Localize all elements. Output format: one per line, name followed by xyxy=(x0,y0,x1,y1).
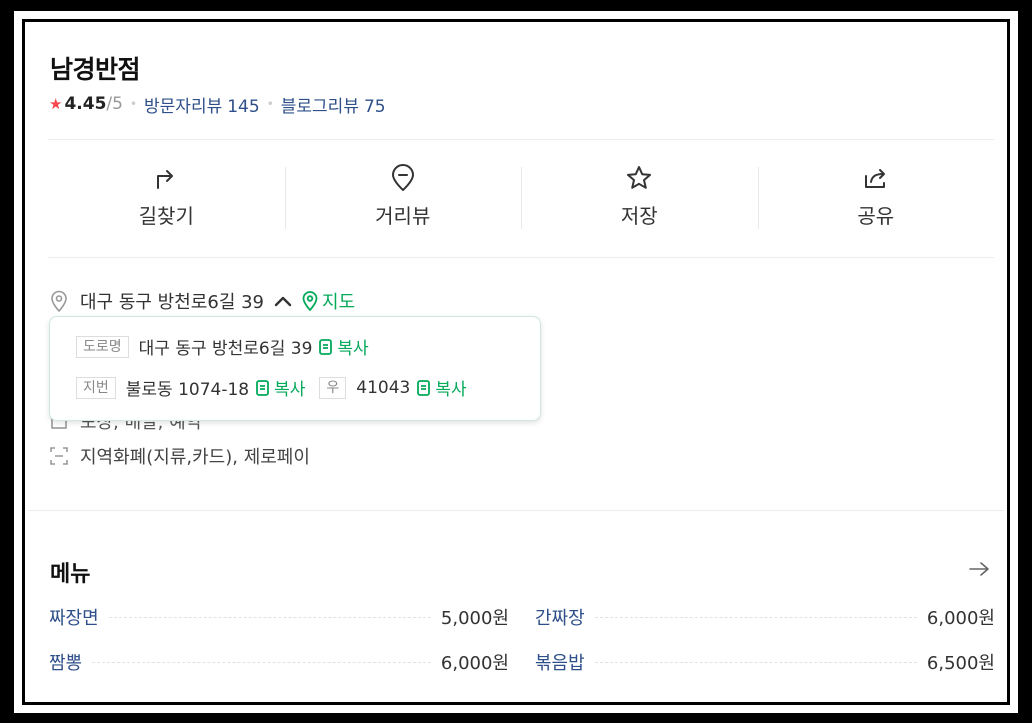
map-pin-icon xyxy=(302,291,318,311)
address-detail-popup: 도로명 대구 동구 방천로6길 39 복사 지번 불로동 1074-18 복사 … xyxy=(49,316,541,421)
menu-section-title: 메뉴 xyxy=(50,562,91,587)
menu-item-name: 볶음밥 xyxy=(535,653,585,674)
menu-item[interactable]: 짜장면 5,000원 xyxy=(49,604,509,630)
payment-text: 지역화폐(지류,카드), 제로페이 xyxy=(80,447,310,468)
share-label: 공유 xyxy=(857,204,895,228)
road-address-row: 도로명 대구 동구 방천로6길 39 복사 xyxy=(76,334,369,359)
lot-address-tag: 지번 xyxy=(76,376,116,399)
copy-road-address-button[interactable]: 복사 xyxy=(318,334,369,359)
address-row: 대구 동구 방천로6길 39 지도 xyxy=(50,288,355,314)
place-panel: 남경반점 ★ 4.45 /5 • 방문자리뷰 145 • 블로그리뷰 75 길찾기 … xyxy=(28,24,1004,694)
share-button[interactable]: 공유 xyxy=(757,164,995,234)
copy-zip-code-button[interactable]: 복사 xyxy=(416,375,467,400)
map-link-label: 지도 xyxy=(322,292,356,313)
street-view-label: 거리뷰 xyxy=(375,204,431,228)
location-pin-icon xyxy=(51,290,67,312)
divider xyxy=(48,257,994,258)
arrow-right-icon[interactable] xyxy=(968,561,990,577)
section-divider xyxy=(28,510,1004,511)
zip-code-text: 41043 xyxy=(356,377,411,398)
visitor-review-label: 방문자리뷰 xyxy=(144,96,223,117)
copy-icon xyxy=(319,338,333,355)
divider xyxy=(48,139,994,140)
chevron-up-icon[interactable] xyxy=(274,295,292,307)
menu-item[interactable]: 짬뽕 6,000원 xyxy=(49,649,509,675)
star-outline-icon xyxy=(627,166,652,189)
dotted-leader xyxy=(594,616,917,618)
copy-label: 복사 xyxy=(337,339,369,359)
street-view-button[interactable]: 거리뷰 xyxy=(284,164,522,234)
separator-dot: • xyxy=(266,97,274,111)
rating-value: 4.45 xyxy=(64,94,107,114)
directions-label: 길찾기 xyxy=(138,204,194,228)
place-name: 남경반점 xyxy=(50,55,141,84)
menu-item-price: 6,000원 xyxy=(440,653,509,674)
payment-row: 지역화폐(지류,카드), 제로페이 xyxy=(50,444,310,468)
blog-review-link[interactable]: 블로그리뷰 75 xyxy=(281,92,386,117)
action-bar: 길찾기 거리뷰 저장 공유 xyxy=(48,164,994,234)
dotted-leader xyxy=(108,616,431,618)
copy-lot-address-button[interactable]: 복사 xyxy=(255,375,305,400)
road-address-text: 대구 동구 방천로6길 39 xyxy=(138,339,313,359)
rating-row: ★ 4.45 /5 • 방문자리뷰 145 • 블로그리뷰 75 xyxy=(49,92,386,117)
blog-review-count: 75 xyxy=(363,96,386,117)
blog-review-label: 블로그리뷰 xyxy=(280,96,359,117)
save-button[interactable]: 저장 xyxy=(521,164,758,234)
menu-item-name: 짜장면 xyxy=(49,608,99,629)
zip-code-tag: 우 xyxy=(319,376,347,399)
lot-address-row: 지번 불로동 1074-18 복사 우 41043 복사 xyxy=(76,375,467,400)
save-label: 저장 xyxy=(620,204,658,228)
menu-item[interactable]: 볶음밥 6,500원 xyxy=(535,649,995,675)
rating-max: /5 xyxy=(106,94,123,114)
street-view-pin-icon xyxy=(391,164,414,191)
copy-icon xyxy=(256,379,270,396)
address-text: 대구 동구 방천로6길 39 xyxy=(80,292,265,313)
menu-item-price: 6,500원 xyxy=(926,653,995,674)
menu-item-price: 5,000원 xyxy=(440,608,509,629)
directions-button[interactable]: 길찾기 xyxy=(48,164,285,234)
visitor-review-link[interactable]: 방문자리뷰 145 xyxy=(144,92,260,117)
star-rating-icon: ★ xyxy=(49,95,63,113)
dotted-leader xyxy=(594,661,917,663)
scan-icon xyxy=(50,447,68,465)
menu-item[interactable]: 간짜장 6,000원 xyxy=(535,604,995,630)
share-icon xyxy=(864,169,885,188)
dotted-leader xyxy=(92,661,431,663)
map-link[interactable]: 지도 xyxy=(302,288,355,314)
menu-item-name: 짬뽕 xyxy=(49,653,83,674)
menu-item-price: 6,000원 xyxy=(926,608,995,629)
lot-address-text: 불로동 1074-18 xyxy=(125,380,250,400)
copy-label: 복사 xyxy=(274,380,306,400)
copy-label: 복사 xyxy=(435,380,467,400)
menu-item-name: 간짜장 xyxy=(535,608,585,629)
directions-icon xyxy=(157,170,174,189)
separator-dot: • xyxy=(129,97,138,111)
road-address-tag: 도로명 xyxy=(76,335,129,358)
visitor-review-count: 145 xyxy=(227,96,260,117)
copy-icon xyxy=(417,379,431,396)
